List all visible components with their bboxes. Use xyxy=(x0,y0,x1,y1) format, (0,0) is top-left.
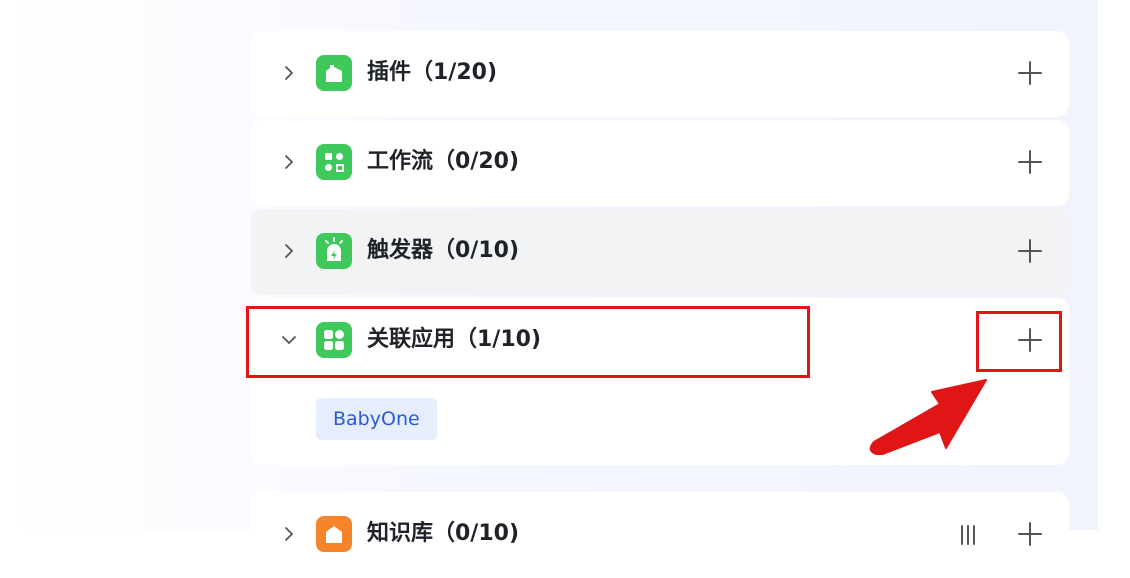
section-header-triggers[interactable]: 触发器（0/10) xyxy=(251,209,1069,295)
highlight-box-linked-apps-header xyxy=(246,306,810,378)
add-workflow-button[interactable] xyxy=(1017,149,1043,175)
plugin-icon xyxy=(316,55,352,91)
add-plugin-button[interactable] xyxy=(1017,60,1043,86)
annotation-arrow-icon xyxy=(869,379,987,455)
linked-app-tag[interactable]: BabyOne xyxy=(316,398,437,440)
section-title: 知识库（0/10) xyxy=(367,521,520,546)
section-header-plugins[interactable]: 插件（1/20) xyxy=(251,31,1069,117)
knowledge-icon xyxy=(316,516,352,552)
section-card-triggers: 触发器（0/10) xyxy=(251,209,1069,295)
section-title: 插件（1/20) xyxy=(367,60,498,85)
trigger-icon xyxy=(316,233,352,269)
section-header-workflows[interactable]: 工作流（0/20) xyxy=(251,120,1069,206)
add-knowledge-button[interactable] xyxy=(1017,521,1043,547)
chevron-right-icon[interactable] xyxy=(281,154,297,170)
workflow-icon xyxy=(316,144,352,180)
section-title: 触发器（0/10) xyxy=(367,238,520,263)
chevron-right-icon[interactable] xyxy=(281,65,297,81)
section-card-plugins: 插件（1/20) xyxy=(251,31,1069,117)
knowledge-settings-icon[interactable] xyxy=(957,524,979,546)
section-card-knowledge: 知识库（0/10) xyxy=(251,492,1069,578)
section-card-workflows: 工作流（0/20) xyxy=(251,120,1069,206)
chevron-right-icon[interactable] xyxy=(281,243,297,259)
highlight-box-add-button xyxy=(976,311,1062,372)
section-title: 工作流（0/20) xyxy=(367,149,520,174)
add-trigger-button[interactable] xyxy=(1017,238,1043,264)
section-header-knowledge[interactable]: 知识库（0/10) xyxy=(251,492,1069,578)
chevron-right-icon[interactable] xyxy=(281,526,297,542)
